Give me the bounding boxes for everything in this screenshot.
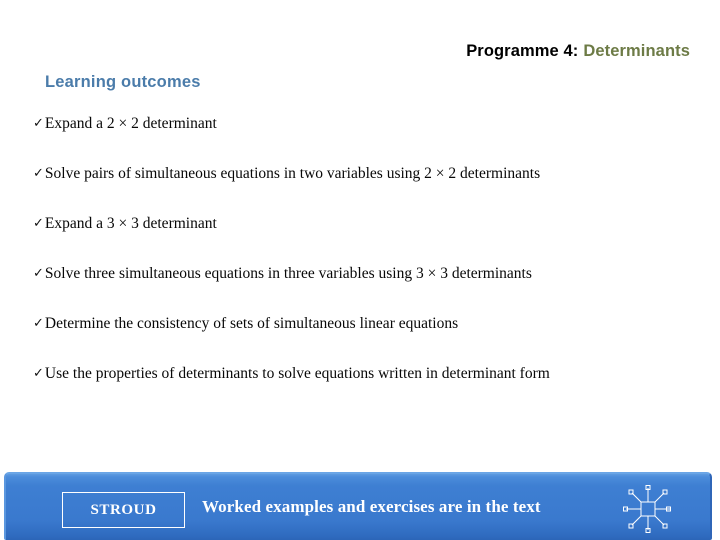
section-heading: Learning outcomes — [45, 73, 201, 91]
stroud-logo: STROUD — [62, 492, 185, 528]
list-item: ✓Expand a 3 × 3 determinant — [33, 214, 693, 264]
footer-content: STROUD Worked examples and exercises are… — [6, 474, 710, 540]
check-icon: ✓ — [33, 216, 44, 231]
list-item-label: Use the properties of determinants to so… — [44, 365, 550, 382]
footer-message: Worked examples and exercises are in the… — [202, 497, 541, 516]
check-icon: ✓ — [33, 266, 44, 281]
check-icon: ✓ — [33, 366, 44, 381]
list-item-label: Solve pairs of simultaneous equations in… — [44, 165, 541, 182]
check-icon: ✓ — [33, 116, 44, 131]
learning-outcomes-list: ✓Expand a 2 × 2 determinant ✓Solve pairs… — [33, 114, 693, 414]
starburst-icon — [623, 485, 671, 533]
slide-canvas: Programme 4: Determinants Learning outcom… — [0, 0, 720, 540]
check-icon: ✓ — [33, 166, 44, 181]
title-programme-label: Programme 4: — [466, 42, 579, 60]
list-item: ✓Expand a 2 × 2 determinant — [33, 114, 693, 164]
list-item-label: Expand a 3 × 3 determinant — [44, 215, 217, 232]
list-item-label: Solve three simultaneous equations in th… — [44, 265, 532, 282]
list-item-label: Expand a 2 × 2 determinant — [44, 115, 217, 132]
footer-bar: STROUD Worked examples and exercises are… — [4, 472, 712, 540]
list-item: ✓Use the properties of determinants to s… — [33, 364, 693, 414]
list-item: ✓Solve pairs of simultaneous equations i… — [33, 164, 693, 214]
check-icon: ✓ — [33, 316, 44, 331]
list-item-label: Determine the consistency of sets of sim… — [44, 315, 459, 332]
title-topic-label: Determinants — [583, 42, 690, 60]
stroud-logo-label: STROUD — [90, 501, 157, 518]
list-item: ✓Determine the consistency of sets of si… — [33, 314, 693, 364]
page-title: Programme 4: Determinants — [0, 42, 690, 61]
list-item: ✓Solve three simultaneous equations in t… — [33, 264, 693, 314]
